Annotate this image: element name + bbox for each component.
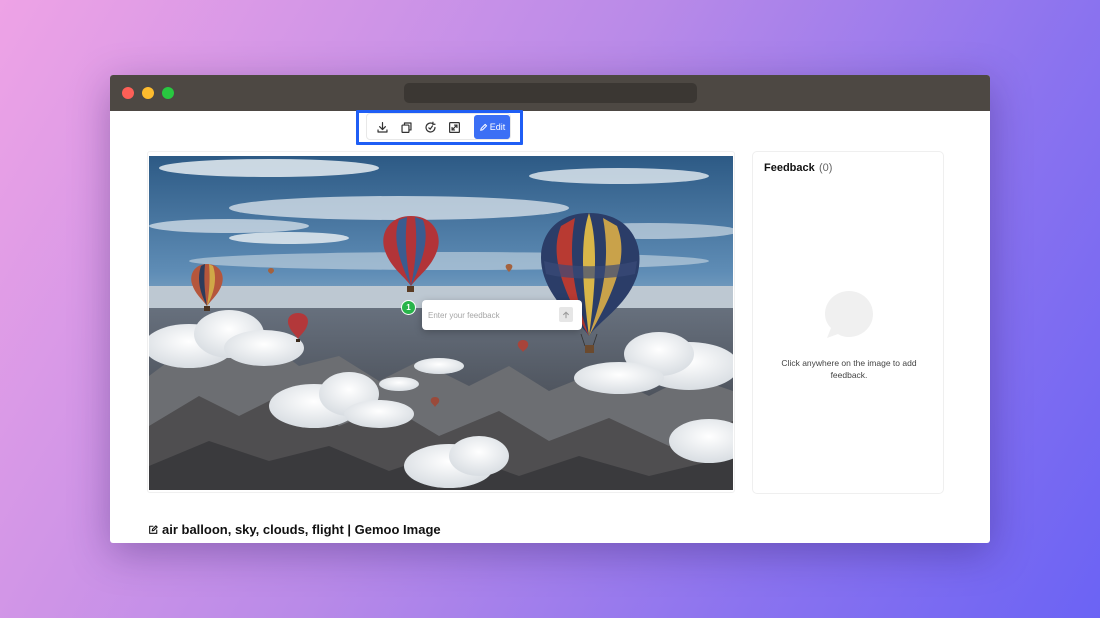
pencil-icon: [479, 123, 487, 131]
edit-icon[interactable]: [148, 524, 158, 535]
feedback-popup: [422, 300, 582, 330]
feedback-title: Feedback: [764, 162, 815, 174]
feedback-pin[interactable]: 1: [401, 300, 416, 315]
image-toolbar: Edit: [366, 113, 511, 140]
copy-button[interactable]: [397, 118, 415, 136]
expand-icon: [448, 121, 460, 133]
arrow-up-icon: [563, 311, 569, 318]
page-title-text: air balloon, sky, clouds, flight | Gemoo…: [162, 522, 441, 537]
feedback-count: (0): [819, 162, 833, 174]
feedback-input[interactable]: [428, 306, 554, 324]
address-bar[interactable]: [404, 83, 697, 103]
hot-air-balloon-image[interactable]: 1: [149, 156, 733, 490]
image-card: 1: [147, 151, 735, 493]
send-feedback-button[interactable]: [559, 307, 573, 322]
page-title: air balloon, sky, clouds, flight | Gemoo…: [148, 522, 441, 537]
refresh-icon: [424, 121, 436, 133]
title-bar: [110, 75, 990, 111]
download-icon: [376, 121, 388, 133]
maximize-window-button[interactable]: [162, 87, 174, 99]
feedback-panel: Feedback (0) Click anywhere on the image…: [752, 151, 944, 494]
edit-label: Edit: [489, 122, 506, 132]
feedback-empty-message: Click anywhere on the image to add feedb…: [781, 358, 917, 380]
close-window-button[interactable]: [122, 87, 134, 99]
browser-window: Edit 1 Enter your feedback Feedback (0) …: [110, 75, 990, 543]
expand-button[interactable]: [445, 118, 463, 136]
download-button[interactable]: [373, 118, 391, 136]
edit-button[interactable]: Edit: [474, 115, 510, 139]
refresh-button[interactable]: [421, 118, 439, 136]
pin-number: 1: [406, 303, 411, 312]
minimize-window-button[interactable]: [142, 87, 154, 99]
copy-icon: [400, 121, 412, 133]
chat-bubble-icon: [825, 291, 873, 338]
